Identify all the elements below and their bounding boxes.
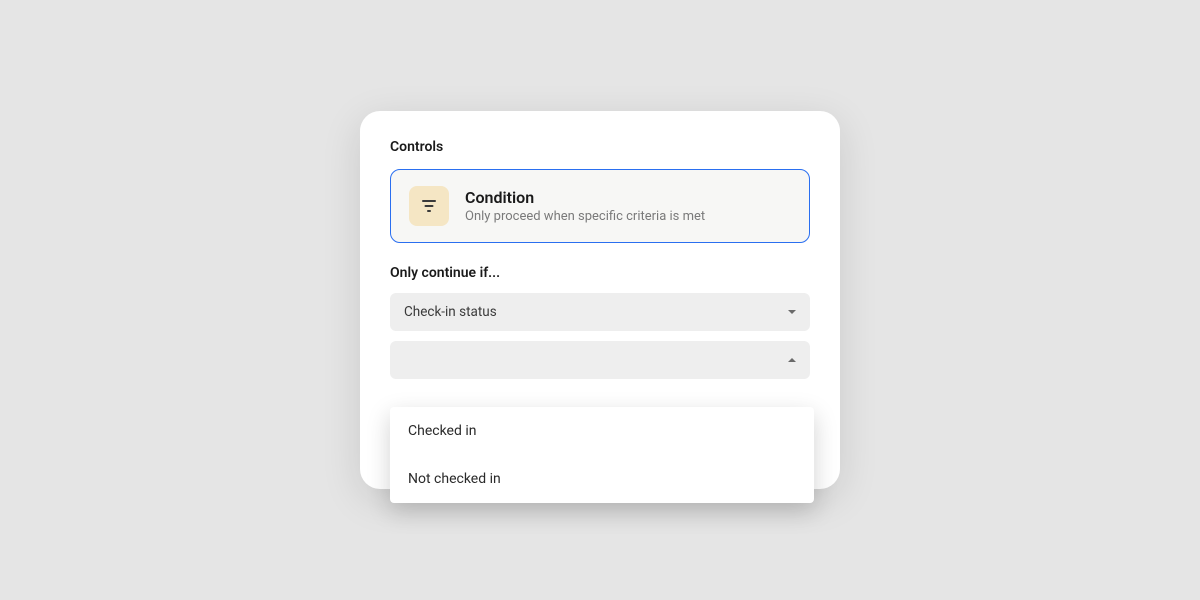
section-label: Only continue if... <box>390 265 810 281</box>
dropdown-option[interactable]: Not checked in <box>390 455 814 503</box>
card-title: Controls <box>390 139 810 155</box>
value-select[interactable] <box>390 341 810 379</box>
controls-card: Controls Condition Only proceed when spe… <box>360 111 840 489</box>
condition-description: Only proceed when specific criteria is m… <box>465 209 705 224</box>
condition-block[interactable]: Condition Only proceed when specific cri… <box>390 169 810 243</box>
condition-title: Condition <box>465 188 705 207</box>
dropdown-menu: Checked in Not checked in <box>390 407 814 503</box>
field-select-value: Check-in status <box>404 304 497 320</box>
chevron-down-icon <box>788 310 796 314</box>
filter-icon <box>409 186 449 226</box>
dropdown-option[interactable]: Checked in <box>390 407 814 455</box>
condition-text: Condition Only proceed when specific cri… <box>465 188 705 224</box>
field-select[interactable]: Check-in status <box>390 293 810 331</box>
chevron-up-icon <box>788 358 796 362</box>
